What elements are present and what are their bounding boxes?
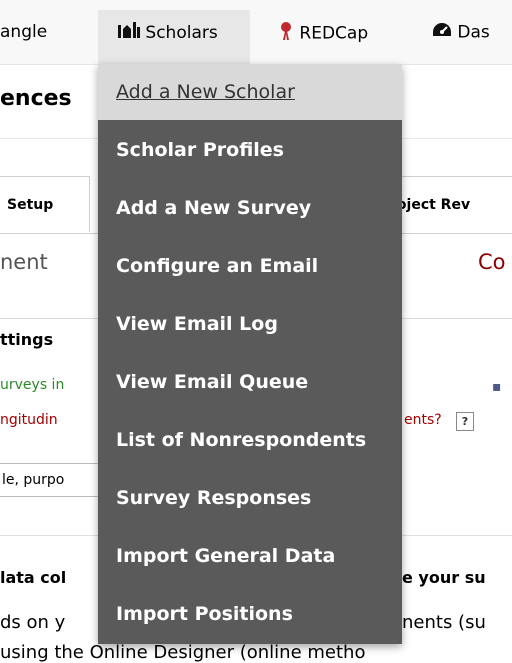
top-navigation-bar: angle Scholars REDCap Das [0, 0, 512, 65]
section-title: nent [0, 250, 48, 274]
nav-item-angle[interactable]: angle [0, 22, 47, 42]
section-right-label: Co [478, 250, 506, 274]
settings-heading: ttings [0, 330, 54, 349]
redcap-icon [278, 22, 294, 45]
menu-item-import-general-data[interactable]: Import General Data [98, 528, 402, 584]
menu-item-import-positions[interactable]: Import Positions [98, 586, 402, 642]
menu-item-view-email-queue[interactable]: View Email Queue [98, 354, 402, 410]
menu-item-survey-responses[interactable]: Survey Responses [98, 470, 402, 526]
menu-item-list-nonrespondents[interactable]: List of Nonrespondents [98, 412, 402, 468]
events-question-label: ents? [404, 412, 442, 428]
nav-item-scholars[interactable]: Scholars [98, 10, 250, 64]
nav-scholars-label: Scholars [145, 23, 218, 43]
nav-dashboard-label: Das [457, 22, 490, 43]
body-text-fragment: nents (su [402, 612, 486, 633]
scholars-dropdown-menu: Add a New Scholar Scholar Profiles Add a… [98, 64, 402, 644]
nav-item-dashboard[interactable]: Das [432, 22, 490, 43]
dashboard-icon [432, 22, 452, 43]
page-title: ences [0, 86, 72, 111]
tab-project-review[interactable]: roject Rev [385, 176, 512, 232]
body-text-fragment: ds on y [0, 612, 66, 633]
menu-item-add-new-survey[interactable]: Add a New Survey [98, 180, 402, 236]
nav-item-redcap[interactable]: REDCap [278, 22, 368, 45]
body-text-fragment: using the Online Designer (online metho [0, 642, 366, 663]
help-icon[interactable]: ? [456, 412, 474, 431]
menu-item-view-email-log[interactable]: View Email Log [98, 296, 402, 352]
your-survey-heading: e your su [402, 568, 486, 587]
nav-redcap-label: REDCap [299, 23, 369, 44]
purpose-input[interactable]: le, purpo [0, 463, 110, 497]
menu-item-add-new-scholar[interactable]: Add a New Scholar [98, 64, 402, 120]
scholars-icon [118, 22, 145, 43]
longitudinal-label: ngitudin [0, 412, 58, 428]
surveys-info-text: urveys in [0, 377, 65, 393]
data-collection-heading: lata col [0, 568, 67, 587]
menu-item-configure-email[interactable]: Configure an Email [98, 238, 402, 294]
tab-setup[interactable]: Setup [0, 176, 90, 232]
menu-item-scholar-profiles[interactable]: Scholar Profiles [98, 122, 402, 178]
bullet-icon: ▪ [492, 379, 502, 395]
